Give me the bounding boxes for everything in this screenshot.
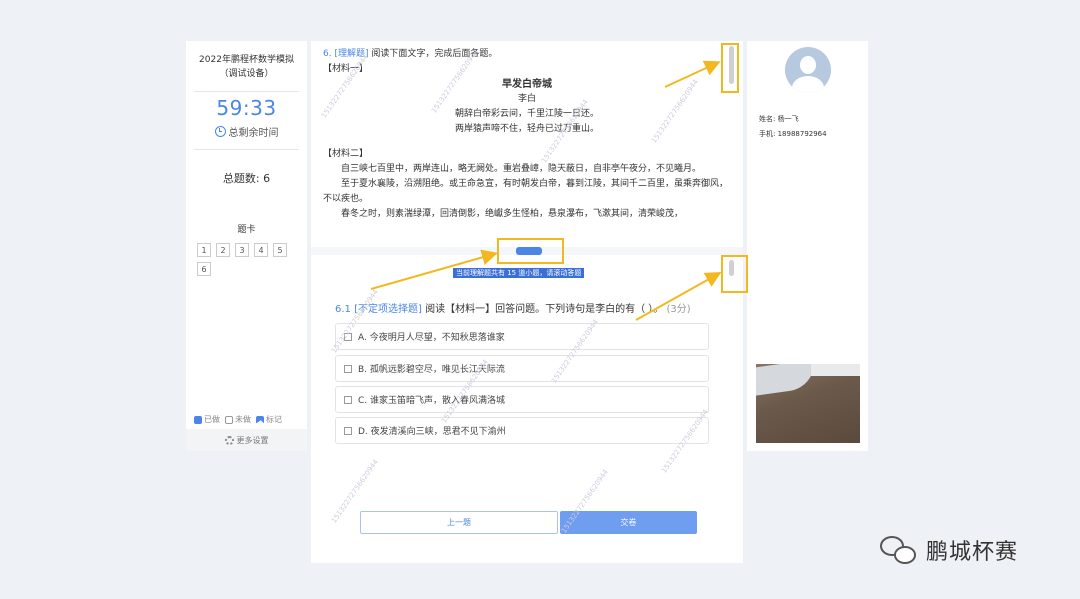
exam-sidebar: 2022年鹏程杯数学模拟（调试设备） 59:33 总剩余时间 总题数: 6 题卡… xyxy=(186,41,307,451)
scroll-hint: 当前理解题共有 15 道小题，请滚动答题 xyxy=(453,268,585,278)
remaining-time-text: 总剩余时间 xyxy=(228,128,279,139)
sub-question-text: 阅读【材料一】回答问题。下列诗句是李白的有（ ）。 xyxy=(425,304,664,315)
reading-material-panel[interactable]: 6. [理解题] 阅读下面文字，完成后面各题。 【材料一】 早发白帝城 李白 朝… xyxy=(311,41,743,247)
sub-question-number: 6.1 xyxy=(335,304,351,315)
option-d[interactable]: D. 夜发清溪向三峡，思君不见下渝州 xyxy=(335,417,709,444)
answer-card-grid: 1 2 3 4 5 6 xyxy=(186,235,307,276)
material-2-paragraph-2: 至于夏水襄陵，沿溯阻绝。或王命急宣，有时朝发白帝，暮到江陵，其间千二百里，虽乘奔… xyxy=(323,179,729,204)
checkbox[interactable] xyxy=(344,426,352,435)
legend-mark: 标记 xyxy=(266,415,282,424)
divider xyxy=(194,149,299,150)
countdown-timer: 59:33 xyxy=(216,96,277,120)
question-nav-4[interactable]: 4 xyxy=(254,243,268,257)
done-swatch xyxy=(194,415,202,424)
question-nav-5[interactable]: 5 xyxy=(273,243,287,257)
clock-icon xyxy=(214,126,226,137)
previous-question-button[interactable]: 上一题 xyxy=(360,511,558,534)
poem-author: 李白 xyxy=(517,94,536,104)
candidate-panel: 姓名: 杨一飞 手机: 18988792964 xyxy=(747,41,868,451)
annotation-highlight xyxy=(721,43,739,93)
question-number: 6. xyxy=(323,49,332,59)
material-2-paragraph-1: 自三峡七百里中，两岸连山，略无阙处。重岩叠嶂，隐天蔽日，自非亭午夜分，不见曦月。 xyxy=(341,164,702,174)
question-nav-6[interactable]: 6 xyxy=(197,262,211,276)
webcam-preview xyxy=(756,364,860,443)
option-c[interactable]: C. 谁家玉笛暗飞声，散入春风满洛城 xyxy=(335,386,709,413)
candidate-name: 姓名: 杨一飞 xyxy=(759,115,799,123)
mark-swatch xyxy=(256,415,264,424)
answer-card-title: 题卡 xyxy=(237,225,256,235)
material-1-label: 【材料一】 xyxy=(323,64,369,74)
total-questions: 总题数: 6 xyxy=(222,172,271,185)
more-settings-label: 更多设置 xyxy=(236,435,269,445)
material-2-paragraph-3: 春冬之时，则素湍绿潭，回清倒影，绝巘多生怪柏，悬泉瀑布，飞漱其间，清荣峻茂， xyxy=(341,209,684,219)
annotation-highlight xyxy=(497,238,564,264)
brand-name: 鹏城杯赛 xyxy=(926,540,1019,565)
question-nav-1[interactable]: 1 xyxy=(197,243,211,257)
option-text: A. 今夜明月人尽望，不知秋思落谁家 xyxy=(358,333,505,343)
avatar xyxy=(785,47,831,93)
wechat-icon xyxy=(880,534,920,566)
gear-icon xyxy=(224,435,234,445)
annotation-highlight xyxy=(721,255,748,293)
brand-signature: 鹏城杯赛 xyxy=(880,534,1018,566)
remaining-time-label: 总剩余时间 xyxy=(186,124,307,139)
candidate-phone: 手机: 18988792964 xyxy=(759,130,827,138)
poem-title: 早发白帝城 xyxy=(502,79,552,90)
question-header: 6. [理解题] 阅读下面文字，完成后面各题。 xyxy=(323,47,731,62)
checkbox[interactable] xyxy=(344,395,352,404)
option-text: D. 夜发清溪向三峡，思君不见下渝州 xyxy=(358,427,506,437)
legend-todo: 未做 xyxy=(235,415,251,424)
sub-question-panel[interactable]: 当前理解题共有 15 道小题，请滚动答题 6.1 [不定项选择题] 阅读【材料一… xyxy=(311,255,743,563)
option-text: C. 谁家玉笛暗飞声，散入春风满洛城 xyxy=(358,396,506,406)
todo-swatch xyxy=(225,415,233,424)
more-settings-button[interactable]: 更多设置 xyxy=(186,429,307,451)
divider xyxy=(194,91,299,92)
exam-title: 2022年鹏程杯数学模拟（调试设备） xyxy=(199,55,294,79)
option-b[interactable]: B. 孤帆远影碧空尽，唯见长江天际流 xyxy=(335,355,709,382)
material-2-label: 【材料二】 xyxy=(323,149,369,159)
sub-question-title: 6.1 [不定项选择题] 阅读【材料一】回答问题。下列诗句是李白的有（ ）。 (… xyxy=(335,300,691,315)
checkbox[interactable] xyxy=(344,364,352,373)
question-nav-2[interactable]: 2 xyxy=(216,243,230,257)
sub-question-score: (3分) xyxy=(666,304,691,315)
status-legend: 已做 未做 标记 xyxy=(194,414,282,425)
option-a[interactable]: A. 今夜明月人尽望，不知秋思落谁家 xyxy=(335,323,709,350)
legend-done: 已做 xyxy=(204,415,220,424)
question-nav-3[interactable]: 3 xyxy=(235,243,249,257)
